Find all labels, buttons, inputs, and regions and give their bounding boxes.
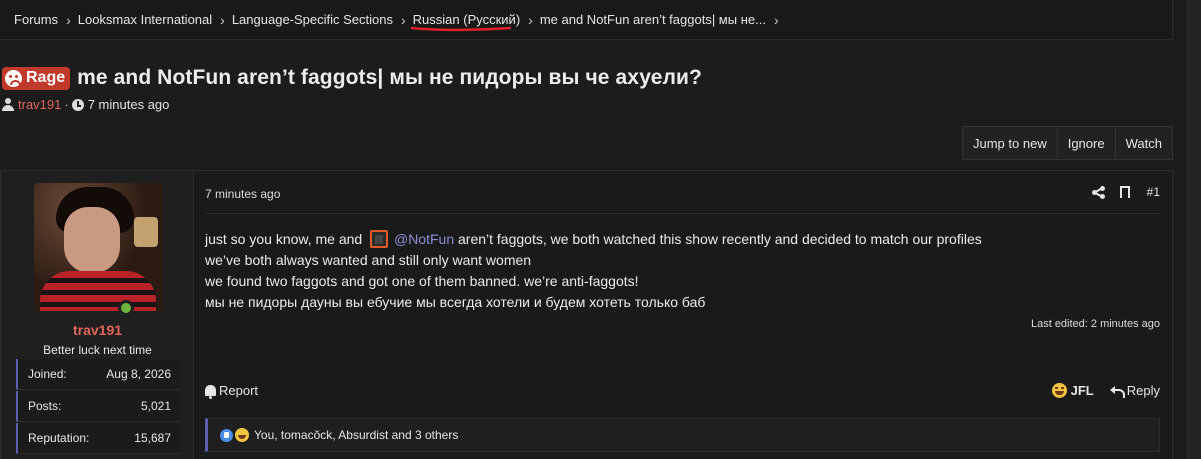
- stat-key: Posts:: [28, 399, 62, 413]
- meta-separator: ·: [64, 97, 69, 112]
- chevron-right-icon: ›: [220, 11, 225, 28]
- post-body: just so you know, me and @NotFun aren’t …: [205, 229, 982, 313]
- stat-joined: Joined: Aug 8, 2026: [16, 359, 181, 390]
- jump-to-new-button[interactable]: Jump to new: [963, 127, 1058, 159]
- mention-link[interactable]: @NotFun: [394, 231, 454, 247]
- stat-value: 15,687: [134, 431, 171, 445]
- post-username[interactable]: trav191: [1, 322, 194, 338]
- post-text: just so you know, me and: [205, 231, 363, 247]
- stat-value: 5,021: [140, 399, 171, 413]
- post-number[interactable]: #1: [1147, 185, 1160, 199]
- breadcrumb: Forums › Looksmax International › Langua…: [0, 0, 1173, 40]
- breadcrumb-item-language-specific[interactable]: Language-Specific Sections ›: [232, 12, 413, 27]
- breadcrumb-label[interactable]: Forums: [14, 12, 58, 27]
- page-scrollbar[interactable]: [1187, 0, 1201, 459]
- post-line-2: we’ve both always wanted and still only …: [205, 252, 532, 268]
- stat-reputation: Reputation: 15,687: [16, 423, 181, 454]
- stat-key: Joined:: [28, 367, 67, 381]
- watch-button[interactable]: Watch: [1116, 127, 1172, 159]
- post-footer: Report JFL Reply: [205, 383, 1160, 399]
- reply-label: Reply: [1126, 383, 1160, 398]
- post-text: aren’t faggots, we both watched this sho…: [454, 231, 982, 247]
- online-status-indicator: [118, 300, 134, 316]
- chevron-right-icon: ›: [528, 11, 533, 28]
- bell-icon: [205, 385, 216, 399]
- post-actions: JFL Reply: [1051, 383, 1160, 398]
- angry-face-icon: [5, 69, 22, 87]
- reply-icon: [1109, 385, 1125, 398]
- post-user-panel: trav191 Better luck next time Joined: Au…: [1, 171, 194, 459]
- user-stats: Joined: Aug 8, 2026 Posts: 5,021 Reputat…: [16, 359, 181, 455]
- post-time[interactable]: 7 minutes ago: [205, 187, 280, 201]
- post-line-3: we found two faggots and got one of them…: [205, 273, 639, 289]
- thread-header: Rage me and NotFun aren’t faggots| мы не…: [2, 66, 702, 90]
- breadcrumb-item-forums[interactable]: Forums ›: [14, 12, 78, 27]
- bookmark-icon[interactable]: [1119, 186, 1130, 202]
- post-tools: #1: [1091, 185, 1160, 202]
- breadcrumb-item-looksmax-international[interactable]: Looksmax International ›: [78, 12, 232, 27]
- red-underline-annotation: [410, 26, 511, 32]
- ignore-button[interactable]: Ignore: [1058, 127, 1116, 159]
- like-reaction-icon: [220, 428, 233, 442]
- prefix-label: Rage: [26, 69, 66, 86]
- post: trav191 Better luck next time Joined: Au…: [0, 170, 1173, 459]
- thread-author-link[interactable]: trav191: [18, 97, 61, 112]
- breadcrumb-item-current-thread[interactable]: me and NotFun aren’t faggots| мы не... ›: [540, 12, 786, 27]
- chevron-right-icon: ›: [773, 11, 779, 28]
- stat-value: Aug 8, 2026: [106, 367, 171, 381]
- laughing-emoji-icon: [1051, 383, 1067, 398]
- report-label: Report: [219, 383, 259, 398]
- divider: [205, 213, 1160, 214]
- thread-meta: trav191 · 7 minutes ago: [2, 97, 169, 112]
- clock-icon: [71, 98, 84, 111]
- breadcrumb-label[interactable]: Looksmax International: [78, 12, 212, 27]
- page-title: me and NotFun aren’t faggots| мы не пидо…: [77, 66, 702, 89]
- share-icon[interactable]: [1091, 185, 1105, 199]
- reactions-summary[interactable]: You, tomacŏck, Absurdist and 3 others: [254, 428, 458, 442]
- breadcrumb-item-russian[interactable]: Russian (Русский) ›: [410, 11, 540, 32]
- prefix-badge[interactable]: Rage: [2, 66, 71, 90]
- thread-time[interactable]: 7 minutes ago: [88, 97, 170, 112]
- breadcrumb-label[interactable]: Russian (Русский): [410, 12, 520, 32]
- chevron-right-icon: ›: [66, 11, 71, 28]
- report-button[interactable]: Report: [205, 383, 259, 399]
- chevron-right-icon: ›: [401, 11, 406, 28]
- reply-button[interactable]: Reply: [1109, 383, 1160, 398]
- breadcrumb-label[interactable]: Language-Specific Sections: [232, 12, 393, 27]
- user-title: Better luck next time: [43, 343, 152, 357]
- stat-key: Reputation:: [28, 431, 90, 445]
- reaction-label: JFL: [1070, 383, 1094, 398]
- stat-posts: Posts: 5,021: [16, 391, 181, 422]
- reactions-bar[interactable]: You, tomacŏck, Absurdist and 3 others: [205, 418, 1160, 452]
- reaction-button[interactable]: JFL: [1051, 383, 1094, 398]
- post-line-1: just so you know, me and @NotFun aren’t …: [205, 229, 982, 250]
- post-line-4: мы не пидоры дауны вы ебучие мы всегда х…: [205, 294, 706, 310]
- thread-actions: Jump to new Ignore Watch: [962, 126, 1173, 160]
- breadcrumb-label[interactable]: me and NotFun aren’t faggots| мы не...: [540, 12, 766, 27]
- mention-avatar: [370, 230, 389, 248]
- last-edited: Last edited: 2 minutes ago: [1030, 318, 1160, 330]
- avatar[interactable]: [34, 183, 162, 311]
- user-icon: [2, 98, 14, 111]
- laughing-reaction-icon: [235, 428, 249, 442]
- post-main: 7 minutes ago #1 just so you know, me an…: [205, 171, 1160, 459]
